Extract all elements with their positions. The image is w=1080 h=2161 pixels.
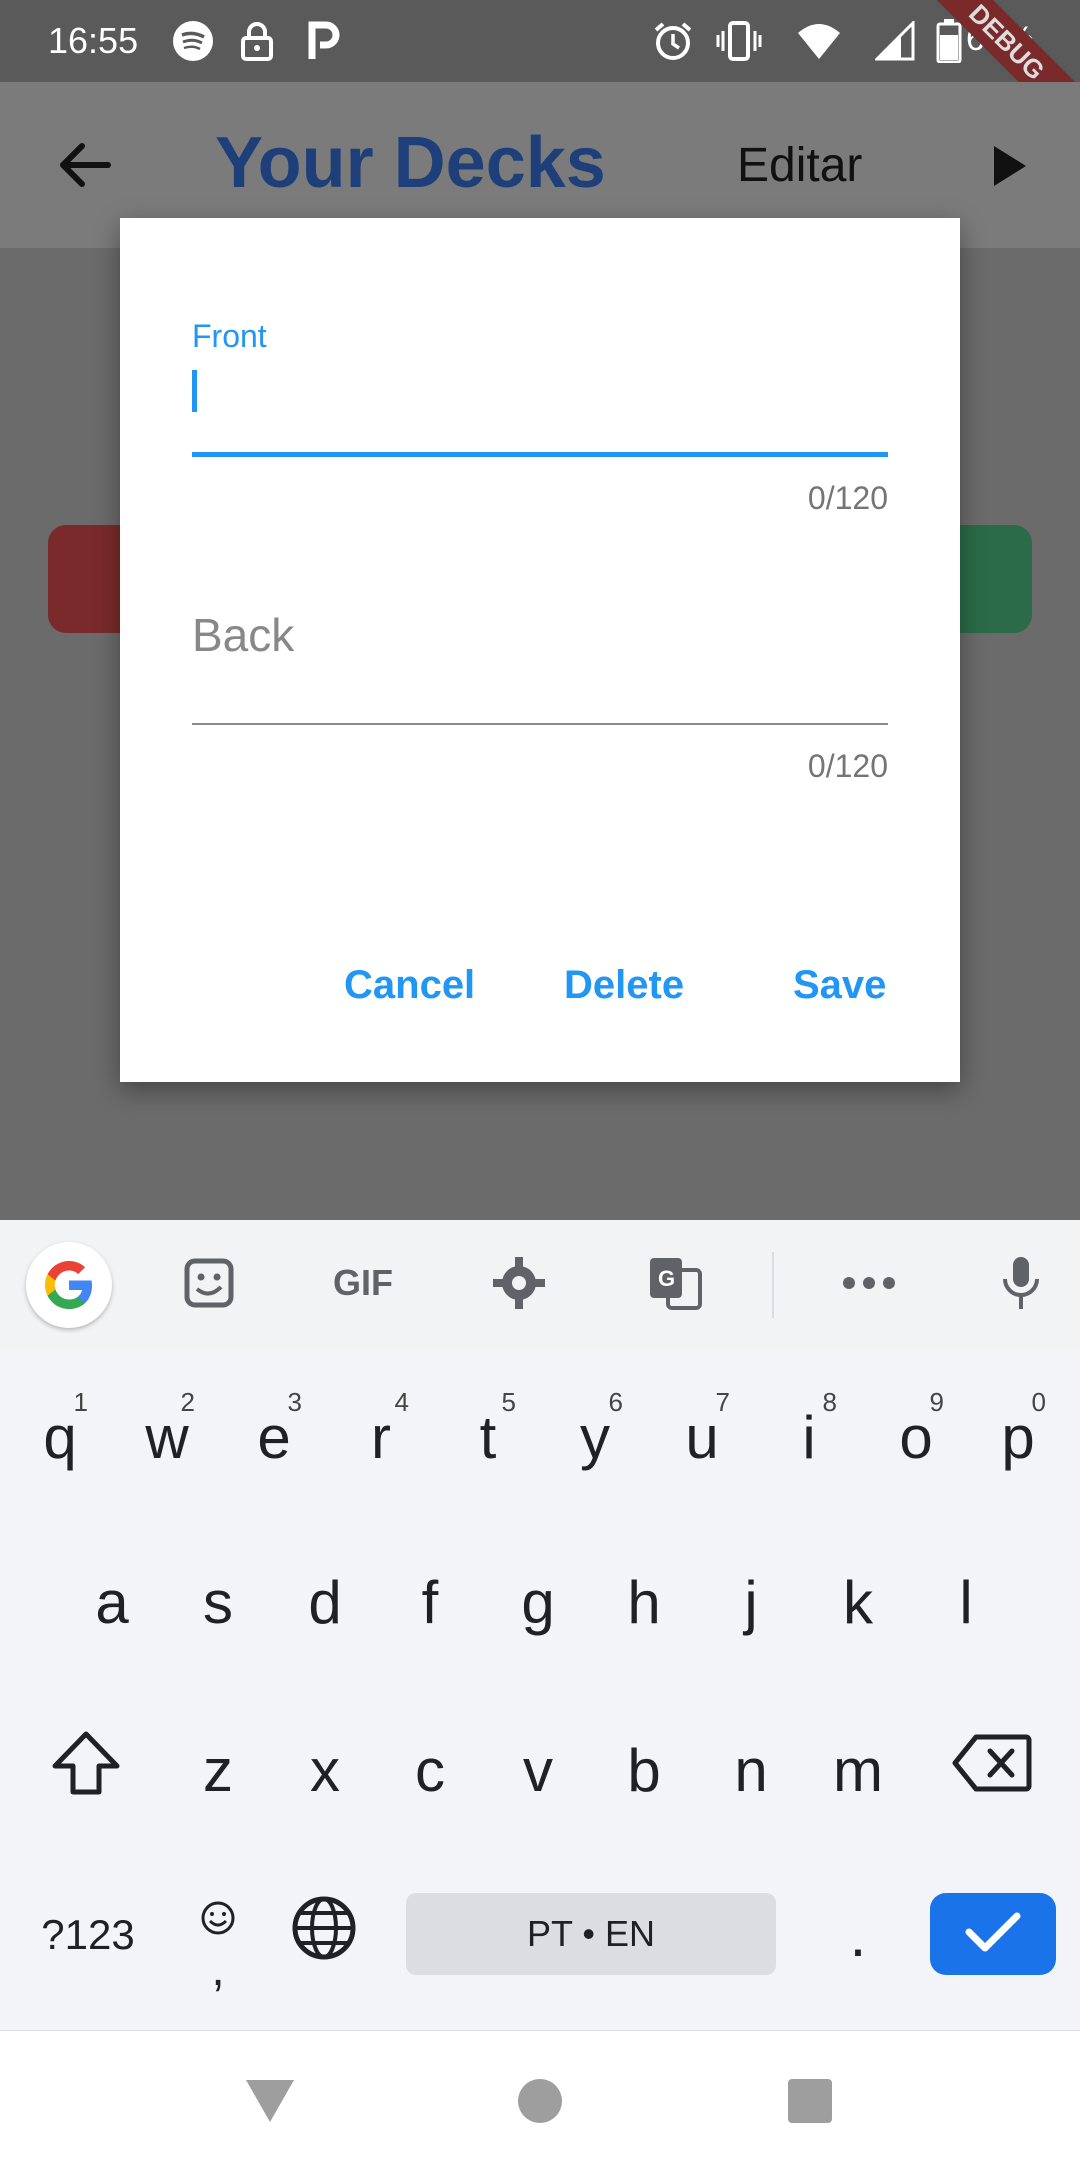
vibrate-icon — [716, 18, 762, 64]
settings-icon[interactable] — [484, 1248, 554, 1318]
play-icon[interactable] — [990, 142, 1030, 190]
key-y[interactable]: y6 — [547, 1377, 643, 1497]
keyboard-toolbar: GIF G — [0, 1220, 1080, 1350]
emoji-icon — [200, 1881, 236, 1950]
sticker-icon[interactable] — [174, 1248, 244, 1318]
key-h[interactable]: h — [596, 1542, 692, 1662]
edit-button[interactable]: Editar — [737, 138, 862, 193]
mic-icon[interactable] — [986, 1248, 1056, 1318]
svg-text:G: G — [658, 1266, 675, 1291]
key-s[interactable]: s — [170, 1542, 266, 1662]
key-u[interactable]: u7 — [654, 1377, 750, 1497]
key-e[interactable]: e3 — [226, 1377, 322, 1497]
key-p[interactable]: p0 — [970, 1377, 1066, 1497]
key-k[interactable]: k — [810, 1542, 906, 1662]
wifi-icon — [796, 18, 842, 64]
key-num: 7 — [715, 1387, 730, 1417]
page-title: Your Decks — [215, 123, 606, 203]
back-char-counter: 0/120 — [807, 748, 888, 784]
spotify-icon — [170, 18, 216, 64]
edit-card-dialog: Front 0/120 Back 0/120 Cancel Delete Sav… — [120, 218, 960, 1082]
period-key[interactable]: . — [810, 1875, 906, 1995]
space-key[interactable]: PT • EN — [406, 1893, 776, 1975]
key-label: p — [1001, 1403, 1035, 1471]
home-circle-icon[interactable] — [510, 2071, 570, 2131]
back-triangle-icon[interactable] — [240, 2071, 300, 2131]
lock-icon — [234, 18, 280, 64]
cancel-button[interactable]: Cancel — [344, 963, 475, 1008]
key-i[interactable]: i8 — [761, 1377, 857, 1497]
key-num: 5 — [501, 1387, 516, 1417]
backspace-icon — [952, 1733, 1032, 1807]
key-num: 9 — [929, 1387, 944, 1417]
status-bar: 16:55 68% DEBUG — [0, 0, 1080, 145]
alarm-icon — [650, 18, 696, 64]
key-o[interactable]: o9 — [868, 1377, 964, 1497]
back-input[interactable]: Back — [192, 608, 294, 662]
key-label: t — [479, 1403, 497, 1471]
back-input-underline — [192, 723, 888, 725]
key-num: 2 — [180, 1387, 195, 1417]
key-b[interactable]: b — [596, 1710, 692, 1830]
key-l[interactable]: l — [918, 1542, 1014, 1662]
key-num: 3 — [287, 1387, 302, 1417]
key-j[interactable]: j — [703, 1542, 799, 1662]
status-time: 16:55 — [48, 20, 139, 61]
key-label: o — [899, 1403, 933, 1471]
signal-icon — [872, 18, 918, 64]
key-f[interactable]: f — [382, 1542, 478, 1662]
gif-icon[interactable]: GIF — [328, 1248, 398, 1318]
key-num: 4 — [394, 1387, 409, 1417]
enter-key[interactable] — [930, 1893, 1056, 1975]
toolbar-divider — [772, 1252, 774, 1318]
key-r[interactable]: r4 — [333, 1377, 429, 1497]
language-key[interactable] — [276, 1875, 372, 1995]
key-n[interactable]: n — [703, 1710, 799, 1830]
translate-icon[interactable]: G — [640, 1248, 710, 1318]
key-m[interactable]: m — [810, 1710, 906, 1830]
key-c[interactable]: c — [382, 1710, 478, 1830]
key-a[interactable]: a — [64, 1542, 160, 1662]
shift-icon — [51, 1730, 121, 1810]
front-field-label: Front — [192, 318, 267, 354]
shift-key[interactable] — [38, 1710, 134, 1830]
back-arrow-icon[interactable] — [54, 134, 116, 196]
key-label: r — [371, 1403, 391, 1471]
key-q[interactable]: q1 — [12, 1377, 108, 1497]
save-button[interactable]: Save — [793, 963, 886, 1008]
delete-button[interactable]: Delete — [564, 963, 684, 1008]
key-num: 1 — [73, 1387, 88, 1417]
key-label: y — [580, 1403, 610, 1471]
key-label: i — [802, 1403, 816, 1471]
recents-square-icon[interactable] — [780, 2071, 840, 2131]
key-w[interactable]: w2 — [119, 1377, 215, 1497]
p-icon — [300, 18, 346, 64]
checkmark-icon — [963, 1910, 1023, 1959]
google-icon[interactable] — [26, 1242, 112, 1328]
backspace-key[interactable] — [944, 1710, 1040, 1830]
globe-icon — [291, 1895, 357, 1975]
key-x[interactable]: x — [277, 1710, 373, 1830]
key-label: e — [257, 1403, 291, 1471]
key-num: 0 — [1031, 1387, 1046, 1417]
emoji-comma-key[interactable]: , — [170, 1875, 266, 1995]
navigation-bar — [0, 2030, 1080, 2161]
symbols-key[interactable]: ?123 — [38, 1875, 138, 1995]
comma-label: , — [211, 1942, 225, 1996]
front-char-counter: 0/120 — [807, 480, 888, 516]
key-num: 8 — [822, 1387, 837, 1417]
key-v[interactable]: v — [490, 1710, 586, 1830]
keyboard: GIF G q1 w2 e3 r4 t5 y6 u7 i8 o9 p0 a s … — [0, 1220, 1080, 2030]
key-label: u — [685, 1403, 719, 1471]
key-z[interactable]: z — [170, 1710, 266, 1830]
text-cursor — [192, 370, 197, 412]
key-label: q — [43, 1403, 77, 1471]
key-d[interactable]: d — [277, 1542, 373, 1662]
key-num: 6 — [608, 1387, 623, 1417]
front-input[interactable] — [192, 452, 888, 457]
key-g[interactable]: g — [490, 1542, 586, 1662]
key-t[interactable]: t5 — [440, 1377, 536, 1497]
more-icon[interactable] — [834, 1248, 904, 1318]
